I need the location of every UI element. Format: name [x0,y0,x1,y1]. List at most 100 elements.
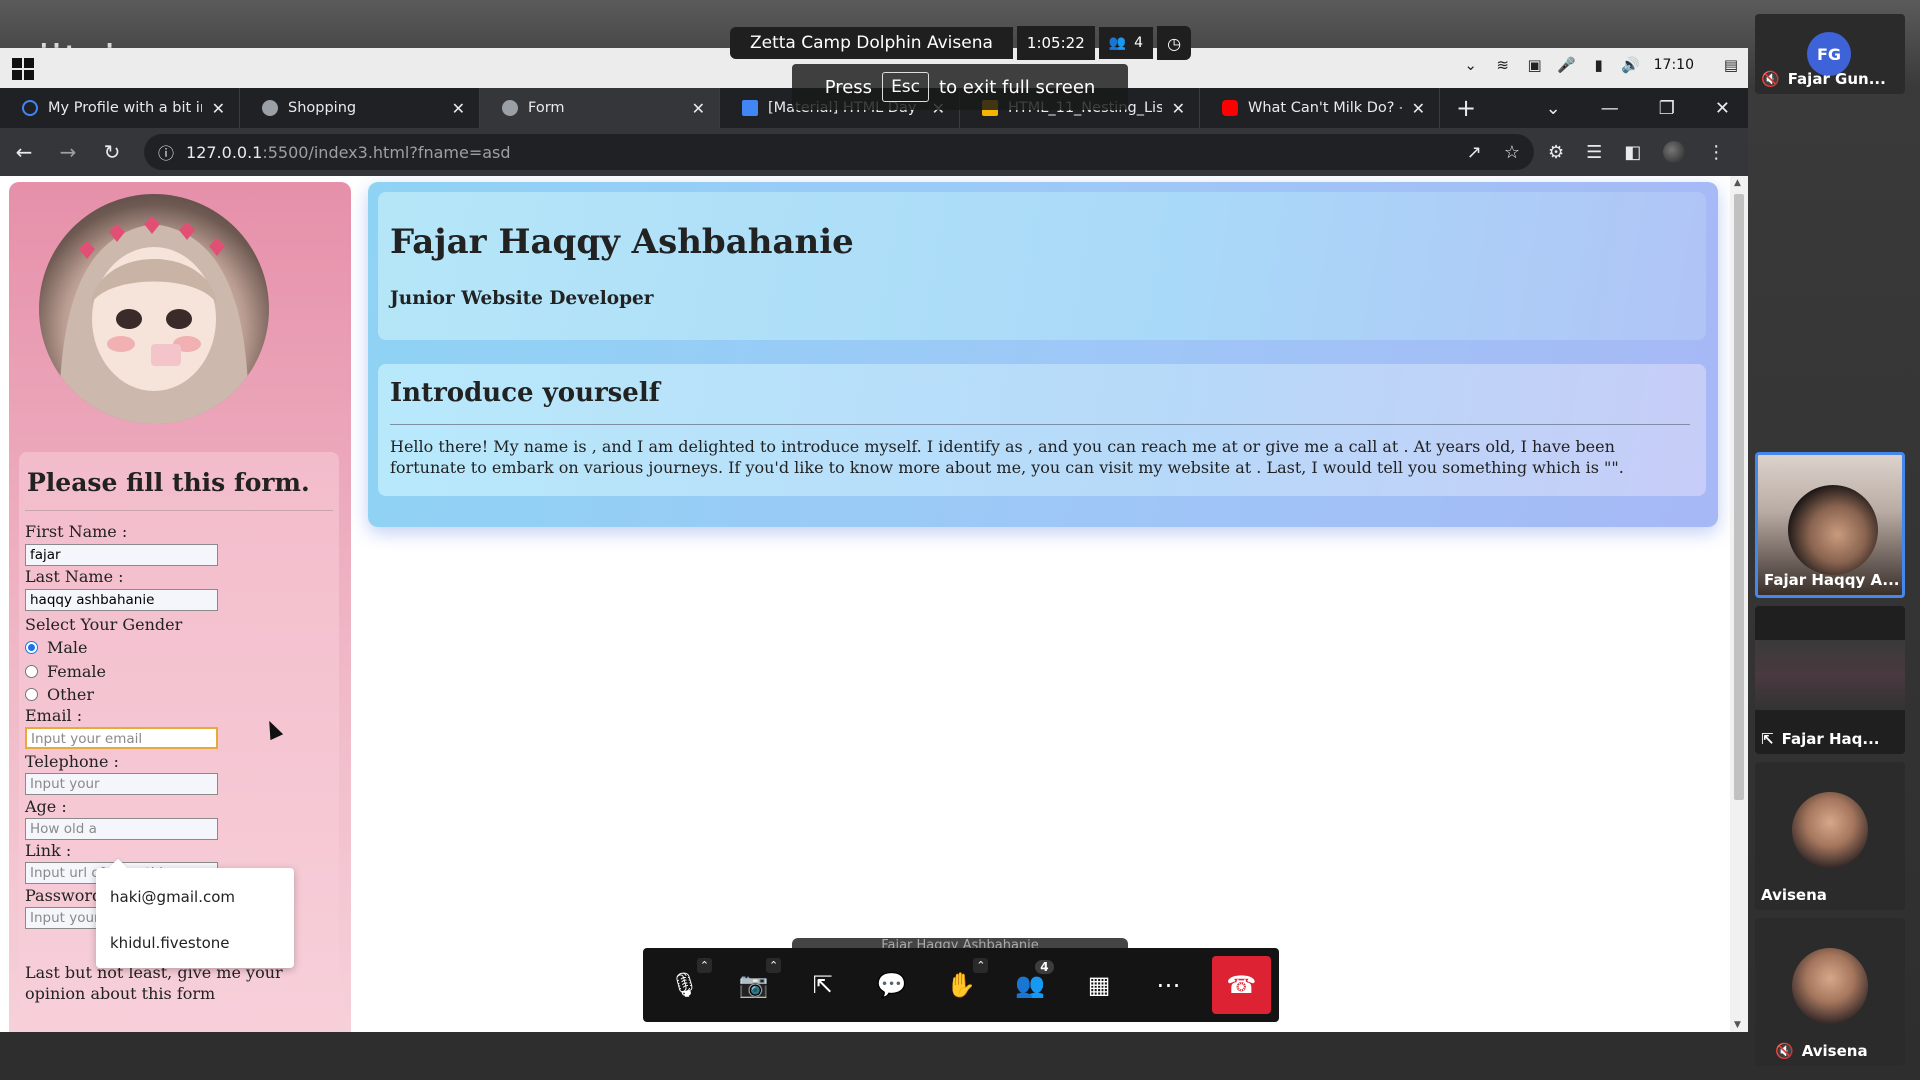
battery-icon[interactable]: ▮ [1590,56,1608,74]
loading-icon [22,100,38,116]
email-autofill-dropdown: haki@gmail.com khidul.fivestone [96,868,294,968]
extensions-icon[interactable]: ⚙ [1548,142,1564,163]
participant-name: Avisena [1761,886,1827,904]
radio-icon[interactable] [25,688,38,701]
page-scrollbar[interactable]: ▲ ▼ [1730,176,1748,1032]
autofill-option[interactable]: haki@gmail.com [110,888,235,906]
hangup-button[interactable]: ☎ [1211,956,1271,1014]
chevron-up-icon[interactable]: ⌃ [973,958,989,973]
address-bar[interactable]: ⓘ 127.0.0.1:5500/index3.html?fname=asd ↗… [144,134,1534,170]
participant-tile[interactable]: 🔇 Avisena [1755,918,1905,1066]
minimize-icon[interactable]: — [1601,98,1619,119]
clock[interactable]: 17:10 [1654,57,1694,73]
notifications-icon[interactable]: ▤ [1722,56,1740,74]
extensions-area: ⚙ ☰ ◧ ⋮ [1548,141,1725,163]
participant-name-bar: Avisena [1761,886,1827,904]
windows-start-icon[interactable] [12,58,34,80]
participants-count-value: 4 [1134,35,1144,51]
restore-icon[interactable]: ❐ [1659,98,1675,119]
profile-role: Junior Website Developer [390,288,654,309]
email-input[interactable]: Input your email [25,727,218,749]
raise-hand-button[interactable]: ✋ ⌃ [927,956,994,1014]
intro-text: Hello there! My name is , and I am delig… [390,437,1624,477]
participant-name: Fajar Haqqy A... [1764,571,1900,589]
participants-count[interactable]: 👥 4 [1098,27,1154,59]
microphone-icon[interactable]: 🎤 [1557,56,1576,74]
side-panel-icon[interactable]: ◧ [1624,142,1641,163]
chevron-up-icon[interactable]: ⌃ [765,958,782,973]
meeting-toolbar: 🎙 ⌃ 📷 ⌃ ⇱ 💬 ✋ ⌃ 👥 4 ▦ ⋯ ☎ [643,948,1279,1022]
intro-divider [390,424,1690,425]
bookmark-star-icon[interactable]: ☆ [1504,142,1520,163]
participant-tile-active[interactable]: Fajar Haqqy A... [1755,452,1905,598]
radio-selected-icon[interactable] [25,641,38,654]
back-icon[interactable]: ← [4,132,44,172]
radio-icon[interactable] [25,665,38,678]
reload-icon[interactable]: ↻ [92,132,132,172]
introduction-card: Introduce yourself Hello there! My name … [378,364,1706,496]
gender-option-female[interactable]: Female [25,662,106,681]
screen-share-icon: ⇱ [812,971,833,999]
connection-status-icon[interactable]: ◷ [1157,26,1192,60]
participant-name: Fajar Gun... [1787,70,1886,88]
tab-search-icon[interactable]: ⌄ [1546,98,1561,119]
mute-microphone-button[interactable]: 🎙 ⌃ [651,956,718,1014]
chevron-down-icon[interactable]: ⌄ [1462,56,1480,74]
menu-icon[interactable]: ⋮ [1707,142,1725,163]
meeting-header: Zetta Camp Dolphin Avisena 1:05:22 👥 4 ◷ [730,26,1192,60]
first-name-label: First Name : [25,522,128,541]
forward-icon[interactable]: → [48,132,88,172]
scroll-up-icon[interactable]: ▲ [1734,178,1741,188]
close-icon[interactable]: ✕ [452,99,465,118]
tab-shopping[interactable]: Shopping ✕ [240,88,480,128]
tab-title: My Profile with a bit in [48,100,202,116]
scroll-down-icon[interactable]: ▼ [1734,1020,1741,1030]
profile-avatar[interactable] [1663,141,1686,163]
participant-tile-screenshare[interactable]: ⇱ Fajar Haq... [1755,606,1905,754]
close-window-icon[interactable]: ✕ [1715,98,1730,119]
email-label: Email : [25,706,83,725]
first-name-input[interactable]: fajar [25,544,218,566]
close-icon[interactable]: ✕ [692,99,705,118]
age-input[interactable]: How old a [25,818,218,840]
share-icon[interactable]: ↗ [1467,142,1482,163]
page-viewport: Please fill this form. First Name : faja… [0,176,1748,1032]
screen-share-button[interactable]: ⇱ [789,956,856,1014]
url-host: 127.0.0.1 [186,142,263,162]
chat-button[interactable]: 💬 [858,956,925,1014]
more-dots-icon: ⋯ [1156,971,1181,999]
participants-icon: 👥 [1108,35,1127,51]
close-icon[interactable]: ✕ [1412,99,1425,118]
tab-youtube[interactable]: What Can't Milk Do? - ✕ [1200,88,1440,128]
more-actions-button[interactable]: ⋯ [1135,956,1202,1014]
last-name-input[interactable]: haqqy ashbahanie [25,589,218,611]
participant-tile[interactable]: FG 🔇 Fajar Gun... [1755,14,1905,94]
telephone-input[interactable]: Input your [25,773,218,795]
new-tab-button[interactable]: + [1440,88,1492,128]
media-control-icon[interactable]: ☰ [1586,142,1602,163]
chevron-up-icon[interactable]: ⌃ [696,958,713,973]
window-controls: ⌄ — ❐ ✕ [1546,88,1748,128]
participant-video [1788,485,1878,575]
webcam-icon[interactable]: ▣ [1526,56,1544,74]
docs-icon [742,100,758,116]
scrollbar-thumb[interactable] [1734,194,1744,800]
raise-hand-icon: ✋ [945,971,976,999]
autofill-option[interactable]: khidul.fivestone [110,934,230,952]
tab-form[interactable]: Form ✕ [480,88,720,128]
link-label: Link : [25,841,72,860]
gender-option-other[interactable]: Other [25,685,94,704]
site-info-icon[interactable]: ⓘ [158,140,174,164]
volume-icon[interactable]: 🔊 [1621,56,1640,74]
close-icon[interactable]: ✕ [212,99,225,118]
wifi-icon[interactable]: ≋ [1494,56,1512,74]
gender-option-male[interactable]: Male [25,638,88,657]
profile-picture [39,194,269,424]
close-icon[interactable]: ✕ [1172,99,1185,118]
participants-button[interactable]: 👥 4 [996,956,1063,1014]
camera-button[interactable]: 📷 ⌃ [720,956,787,1014]
youtube-icon [1222,100,1238,116]
tab-my-profile[interactable]: My Profile with a bit in ✕ [0,88,240,128]
tile-view-button[interactable]: ▦ [1066,956,1133,1014]
participant-tile[interactable]: Avisena [1755,762,1905,910]
